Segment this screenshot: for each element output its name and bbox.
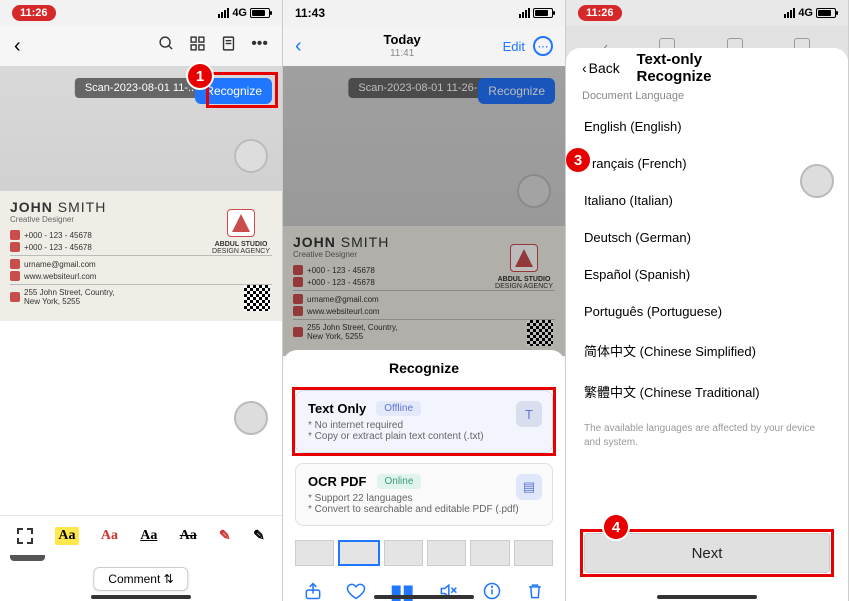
section-label: Document Language	[566, 82, 848, 108]
qr-code-icon	[244, 285, 270, 311]
comment-button[interactable]: Comment ⇅	[93, 567, 188, 591]
share-icon[interactable]	[303, 581, 323, 601]
ocr-pdf-option[interactable]: OCR PDF Online * Support 22 languages * …	[295, 463, 553, 526]
back-icon[interactable]: ‹	[14, 35, 21, 58]
thumb[interactable]	[384, 540, 423, 566]
lang-english[interactable]: English (English)	[566, 108, 848, 145]
edit-button[interactable]: Edit	[503, 39, 525, 54]
recognize-button[interactable]: Recognize	[478, 78, 555, 104]
panel-2-recognize-sheet: 11:43 ‹ Today 11:41 Edit ⋯ Scan-2023-08-…	[283, 0, 566, 601]
more-icon[interactable]: •••	[251, 35, 268, 57]
sheet-title: Text-only Recognize	[637, 51, 778, 85]
floating-action-button[interactable]	[800, 164, 834, 198]
home-indicator	[91, 595, 191, 599]
thumb[interactable]	[470, 540, 509, 566]
page-icon[interactable]	[220, 35, 237, 57]
sheet-title: Recognize	[283, 360, 565, 376]
red-text-tool[interactable]: Aa	[101, 528, 118, 544]
scan-preview: Scan-2023-08-01 11-... Recognize 1 JOHN …	[0, 66, 282, 321]
home-indicator	[374, 595, 474, 599]
back-button[interactable]: ‹ Back	[582, 60, 620, 76]
page-thumbnails	[283, 536, 565, 570]
search-icon[interactable]	[158, 35, 175, 57]
scan-filename-badge: Scan-2023-08-01 11-26-14	[348, 78, 499, 98]
highlight-tool[interactable]: Aa	[55, 527, 78, 545]
thumb[interactable]	[514, 540, 553, 566]
strike-tool[interactable]: Aa	[180, 528, 197, 544]
status-icons: 4G	[218, 7, 270, 19]
thumb-selected[interactable]	[338, 540, 379, 566]
status-time: 11:26	[12, 5, 56, 21]
offline-badge: Offline	[376, 401, 421, 416]
info-icon[interactable]	[482, 581, 502, 601]
home-indicator	[657, 595, 757, 599]
language-note: The available languages are affected by …	[566, 412, 848, 460]
panel-1-scanner-view: 11:26 4G ‹ ••• Scan-2023-08-01 11-... Re…	[0, 0, 283, 601]
status-time: 11:43	[295, 6, 325, 20]
scan-preview-dimmed: Scan-2023-08-01 11-26-14 Recognize JOHN …	[283, 66, 565, 356]
eraser-tool-icon[interactable]: ✎	[219, 527, 231, 544]
text-icon: T	[516, 401, 542, 427]
more-circle-icon[interactable]: ⋯	[533, 36, 553, 56]
thumb[interactable]	[295, 540, 334, 566]
scan-icon: ▤	[516, 474, 542, 500]
lang-chinese-simplified[interactable]: 简体中文 (Chinese Simplified)	[566, 330, 848, 371]
annotation-4: 4	[602, 513, 630, 541]
annotation-1: 1	[186, 62, 214, 90]
language-sheet: ‹ Back Text-only Recognize Document Lang…	[566, 48, 848, 601]
top-toolbar: ‹ •••	[0, 26, 282, 66]
panel-3-language-select: 11:26 4G ‹ ‹ Back Text-only Recognize Do…	[566, 0, 849, 601]
online-badge: Online	[377, 474, 422, 489]
pen-tool-icon[interactable]: ✎	[253, 527, 265, 544]
recognize-sheet: Recognize 2 Text Only Offline * No inter…	[283, 350, 565, 601]
crop-tool-icon[interactable]	[17, 528, 33, 544]
business-card-preview: JOHN SMITH Creative Designer +000 - 123 …	[283, 226, 565, 356]
lang-portuguese[interactable]: Português (Portuguese)	[566, 293, 848, 330]
floating-action-button[interactable]	[234, 139, 268, 173]
text-only-option[interactable]: Text Only Offline * No internet required…	[295, 390, 553, 453]
grid-icon[interactable]	[189, 35, 206, 57]
page-title: Today 11:41	[383, 33, 420, 58]
status-bar: 11:26 4G	[566, 0, 848, 26]
floating-action-button[interactable]	[517, 174, 551, 208]
status-bar: 11:43	[283, 0, 565, 26]
language-list: English (English) 3 Français (French) It…	[566, 108, 848, 412]
lang-spanish[interactable]: Español (Spanish)	[566, 256, 848, 293]
trash-icon[interactable]	[525, 581, 545, 601]
favorite-icon[interactable]	[346, 581, 366, 601]
lang-german[interactable]: Deutsch (German)	[566, 219, 848, 256]
status-bar: 11:26 4G	[0, 0, 282, 26]
floating-action-button-2[interactable]	[234, 401, 268, 435]
business-card-preview: JOHN SMITH Creative Designer +000 - 123 …	[0, 191, 282, 321]
top-toolbar: ‹ Today 11:41 Edit ⋯	[283, 26, 565, 66]
underline-tool[interactable]: Aa	[140, 528, 157, 544]
status-time: 11:26	[578, 5, 622, 21]
qr-code-icon	[527, 320, 553, 346]
lang-chinese-traditional[interactable]: 繁體中文 (Chinese Traditional)	[566, 371, 848, 412]
thumb[interactable]	[427, 540, 466, 566]
markup-toolbar: Aa Aa Aa Aa ✎ ✎	[0, 515, 282, 555]
back-icon[interactable]: ‹	[295, 35, 302, 58]
